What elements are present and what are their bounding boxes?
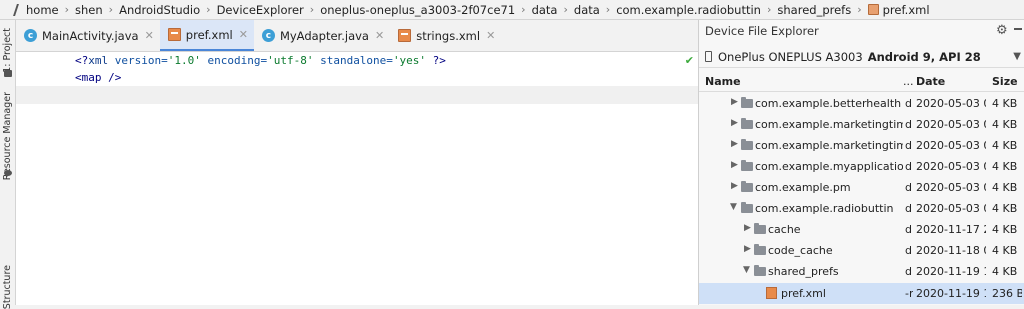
column-size[interactable]: Size xyxy=(992,75,1018,88)
code-line-2[interactable]: <map /> xyxy=(16,69,698,87)
xml-file-icon xyxy=(867,4,879,15)
code-line-1[interactable]: <?xml version='1.0' encoding='utf-8' sta… xyxy=(16,52,698,70)
breadcrumb-item[interactable]: data › xyxy=(574,3,616,17)
folder-icon xyxy=(741,118,753,129)
folder-icon xyxy=(741,202,753,213)
xml-file-icon xyxy=(398,29,412,42)
column-name[interactable]: Name xyxy=(705,75,741,88)
breadcrumb-item[interactable]: shared_prefs › xyxy=(777,3,867,17)
close-icon[interactable]: ✕ xyxy=(486,29,495,42)
java-class-icon: c xyxy=(261,29,275,42)
resource-manager-tool-button[interactable]: Resource Manager xyxy=(2,92,13,180)
folder-icon xyxy=(741,139,753,150)
chevron-right-icon[interactable]: ▶ xyxy=(731,118,738,128)
breadcrumb-item[interactable]: DeviceExplorer › xyxy=(217,3,321,17)
chevron-right-icon[interactable]: ▶ xyxy=(744,223,751,233)
tab-strings-xml[interactable]: strings.xml ✕ xyxy=(390,20,501,51)
column-date[interactable]: Date xyxy=(916,75,945,88)
folder-icon xyxy=(754,223,766,234)
breadcrumb-item[interactable]: oneplus-oneplus_a3003-2f07ce71 › xyxy=(320,3,531,17)
root-slash-icon xyxy=(12,4,20,16)
breadcrumb-item-current[interactable]: pref.xml xyxy=(867,3,930,17)
chevron-right-icon[interactable]: ▶ xyxy=(731,97,738,107)
breadcrumb-item[interactable]: data › xyxy=(532,3,574,17)
xml-file-icon xyxy=(167,28,181,41)
gear-icon[interactable]: ⚙ xyxy=(996,23,1008,38)
chevron-right-icon[interactable]: ▶ xyxy=(731,139,738,149)
structure-dots-icon xyxy=(4,170,12,176)
breadcrumb-item[interactable]: AndroidStudio › xyxy=(119,3,217,17)
left-tool-strip: 1: Project Resource Manager Structure xyxy=(0,20,16,309)
panel-title: Device File Explorer xyxy=(705,24,819,38)
table-row-selected[interactable]: pref.xml -r 2020-11-19 10:46 236 B xyxy=(699,283,1024,304)
close-icon[interactable]: ✕ xyxy=(239,28,248,41)
table-row[interactable]: ▶ cache d 2020-11-17 23:03 4 KB xyxy=(699,219,1024,240)
chevron-right-icon[interactable]: ▶ xyxy=(731,160,738,170)
minimize-icon[interactable] xyxy=(1014,28,1022,30)
breadcrumb-item[interactable]: home › xyxy=(26,3,75,17)
code-line-3-current[interactable] xyxy=(16,86,698,104)
tab-pref-xml[interactable]: pref.xml ✕ xyxy=(159,20,254,51)
chevron-right-icon[interactable]: ▶ xyxy=(744,244,751,254)
table-row[interactable]: ▶ com.example.marketingtimeadm d 2020-05… xyxy=(699,114,1024,135)
device-selector[interactable]: OnePlus ONEPLUS A3003 Android 9, API 28 … xyxy=(699,46,1024,68)
editor-tab-bar: c MainActivity.java ✕ pref.xml ✕ c MyAda… xyxy=(16,20,698,52)
close-icon[interactable]: ✕ xyxy=(375,29,384,42)
table-row[interactable]: ▶ com.example.myapplication d 2020-05-03… xyxy=(699,156,1024,177)
close-icon[interactable]: ✕ xyxy=(145,29,154,42)
inspection-ok-icon: ✔ xyxy=(684,54,694,67)
folder-icon xyxy=(4,70,12,77)
table-row[interactable]: ▼ shared_prefs d 2020-11-19 10:46 4 KB xyxy=(699,261,1024,282)
xml-file-icon xyxy=(766,287,777,299)
project-tool-button[interactable]: 1: Project xyxy=(2,28,13,73)
table-row[interactable]: ▶ com.example.betterhealth d 2020-05-03 … xyxy=(699,93,1024,114)
chevron-down-icon: ▼ xyxy=(1013,51,1021,62)
table-row[interactable]: ▶ com.example.pm d 2020-05-03 00:5 4 KB xyxy=(699,177,1024,198)
table-row[interactable]: ▼ com.example.radiobuttin d 2020-05-03 0… xyxy=(699,198,1024,219)
breadcrumb-item[interactable]: com.example.radiobuttin › xyxy=(616,3,777,17)
folder-icon xyxy=(741,97,753,108)
tab-mainactivity-java[interactable]: c MainActivity.java ✕ xyxy=(16,20,160,51)
chevron-down-icon[interactable]: ▼ xyxy=(743,265,750,275)
chevron-right-icon[interactable]: ▶ xyxy=(731,181,738,191)
code-editor[interactable]: <?xml version='1.0' encoding='utf-8' sta… xyxy=(16,52,698,305)
folder-icon xyxy=(754,265,766,276)
folder-icon xyxy=(754,244,766,255)
chevron-down-icon[interactable]: ▼ xyxy=(730,202,737,212)
structure-tool-button[interactable]: Structure xyxy=(2,265,13,309)
folder-icon xyxy=(741,160,753,171)
table-row[interactable]: ▶ code_cache d 2020-11-18 00:13 4 KB xyxy=(699,240,1024,261)
table-row[interactable]: ▶ com.example.marketingtimes d 2020-05-0… xyxy=(699,135,1024,156)
phone-icon xyxy=(705,51,712,62)
device-file-explorer: Device File Explorer ⚙ OnePlus ONEPLUS A… xyxy=(698,20,1024,305)
breadcrumb-item[interactable]: shen › xyxy=(75,3,119,17)
folder-icon xyxy=(741,181,753,192)
table-header: Name ... Date Size xyxy=(699,72,1024,92)
java-class-icon: c xyxy=(24,29,37,42)
breadcrumb: home › shen › AndroidStudio › DeviceExplore… xyxy=(0,0,1024,20)
column-permissions[interactable]: ... xyxy=(903,75,914,88)
tab-myadapter-java[interactable]: c MyAdapter.java ✕ xyxy=(254,20,390,51)
